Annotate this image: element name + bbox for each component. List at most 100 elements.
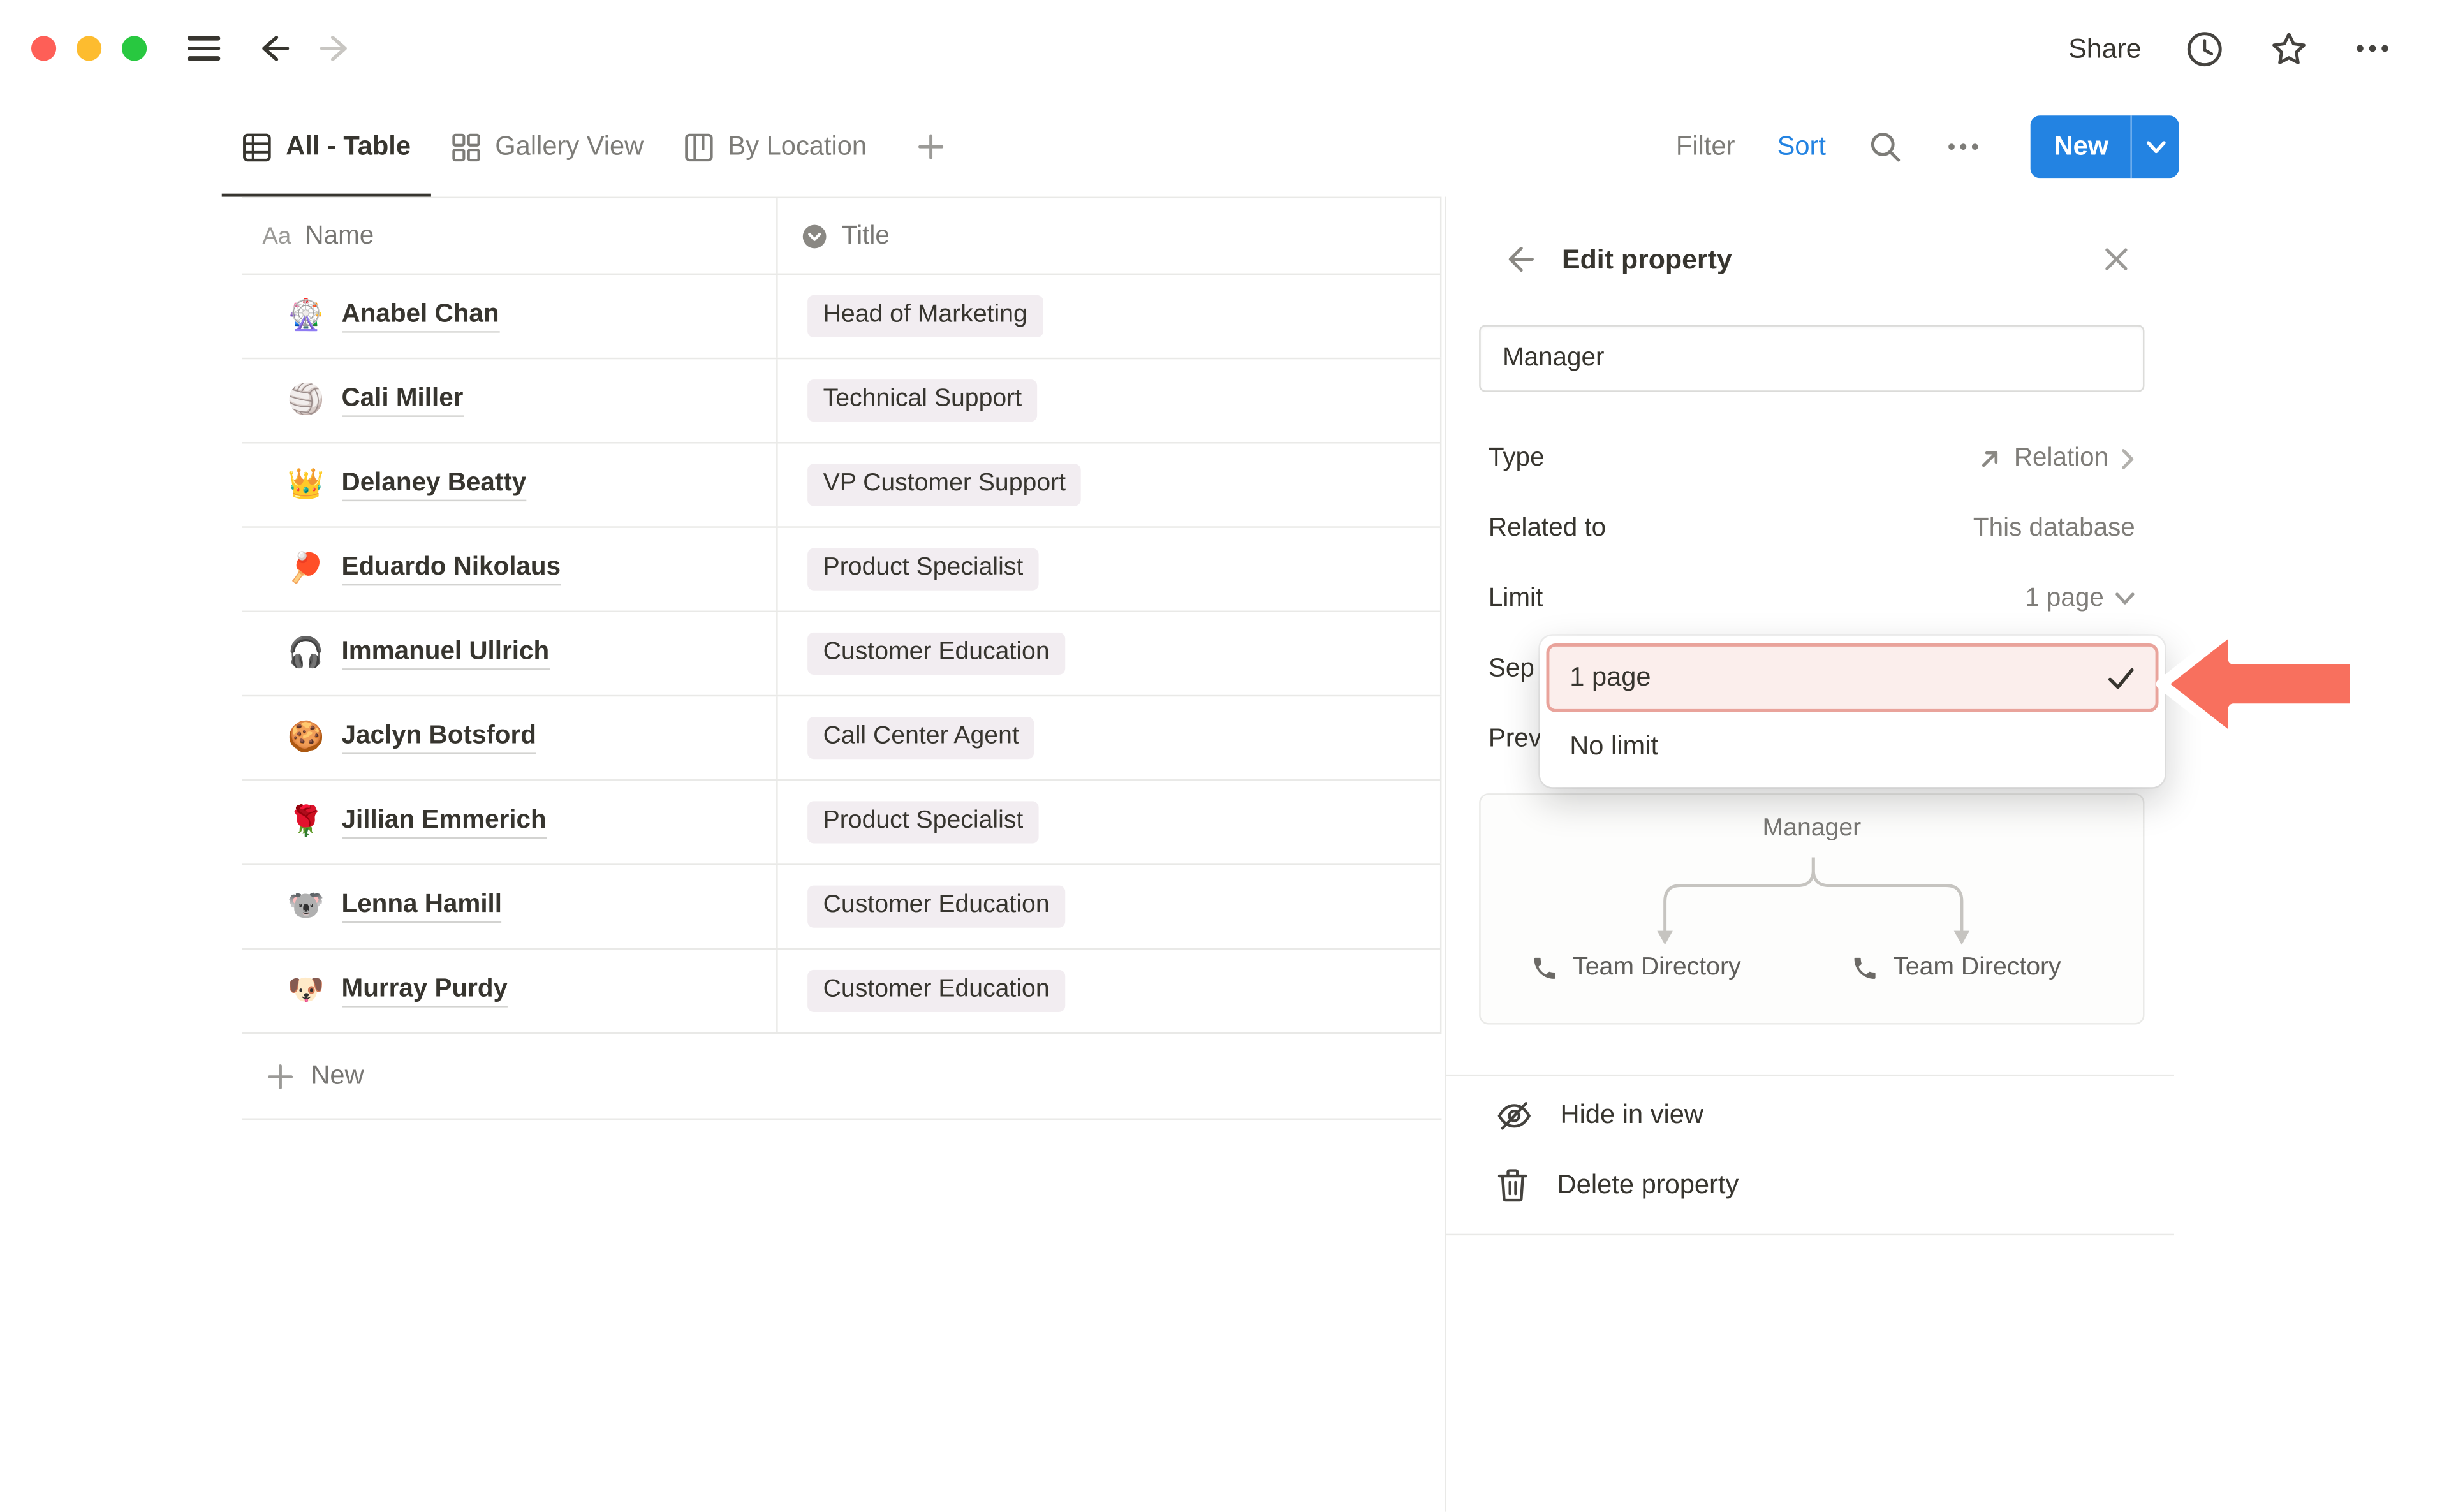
sort-button[interactable]: Sort <box>1777 131 1826 163</box>
property-type-row[interactable]: Type Relation <box>1446 423 2174 494</box>
add-view-button[interactable] <box>897 97 966 197</box>
page-emoji-icon: 🐨 <box>288 892 325 921</box>
page-name-link[interactable]: Immanuel Ullrich <box>342 637 550 670</box>
title-tag[interactable]: Call Center Agent <box>807 717 1034 759</box>
checkmark-icon <box>2107 666 2135 689</box>
title-tag[interactable]: Head of Marketing <box>807 295 1043 337</box>
related-to-row[interactable]: Related to This database <box>1446 494 2174 564</box>
title-cell[interactable]: Product Specialist <box>778 528 1442 611</box>
page-name-link[interactable]: Delaney Beatty <box>342 469 527 501</box>
minimize-window-button[interactable] <box>77 36 101 61</box>
name-cell[interactable]: 🐶 Murray Purdy <box>242 950 778 1032</box>
panel-close-icon[interactable] <box>2102 245 2130 273</box>
field-label: Limit <box>1489 584 1543 614</box>
relation-arrow-icon <box>1978 446 2003 471</box>
name-cell[interactable]: 🎡 Anabel Chan <box>242 275 778 358</box>
name-cell[interactable]: 🎧 Immanuel Ullrich <box>242 612 778 695</box>
dropdown-option-no-limit[interactable]: No limit <box>1540 712 2165 781</box>
action-label: Delete property <box>1557 1170 1739 1201</box>
close-window-button[interactable] <box>31 36 56 61</box>
page-name-link[interactable]: Jillian Emmerich <box>342 806 547 839</box>
title-cell[interactable]: Customer Education <box>778 865 1442 948</box>
page-name-link[interactable]: Eduardo Nikolaus <box>342 553 561 585</box>
filter-button[interactable]: Filter <box>1676 131 1735 163</box>
panel-back-icon[interactable] <box>1503 244 1537 275</box>
table-header-row: Aa Name Title <box>242 197 1442 275</box>
tab-label: By Location <box>728 131 867 163</box>
relation-connector-lines <box>1481 795 2146 1026</box>
search-icon[interactable] <box>1868 129 1902 164</box>
page-name-link[interactable]: Cali Miller <box>342 384 464 416</box>
phone-icon <box>1851 954 1879 982</box>
table-row: 🎡 Anabel Chan Head of Marketing <box>242 275 1442 359</box>
page-name-link[interactable]: Lenna Hamill <box>342 890 503 923</box>
name-cell[interactable]: 🍪 Jaclyn Botsford <box>242 696 778 779</box>
title-tag[interactable]: Product Specialist <box>807 548 1039 591</box>
name-cell[interactable]: 👑 Delaney Beatty <box>242 444 778 527</box>
column-header-title[interactable]: Title <box>778 198 1442 274</box>
panel-header: Edit property <box>1446 197 2174 322</box>
title-cell[interactable]: Customer Education <box>778 612 1442 695</box>
add-row-label: New <box>311 1061 364 1092</box>
divider <box>1446 1234 2174 1235</box>
title-tag[interactable]: VP Customer Support <box>807 464 1081 506</box>
property-name-input[interactable] <box>1479 325 2144 392</box>
title-cell[interactable]: Customer Education <box>778 950 1442 1032</box>
name-cell[interactable]: 🌹 Jillian Emmerich <box>242 781 778 864</box>
board-view-icon <box>684 132 714 162</box>
page-name-link[interactable]: Anabel Chan <box>342 300 499 332</box>
tab-all-table[interactable]: All - Table <box>222 97 431 197</box>
title-tag[interactable]: Technical Support <box>807 379 1037 422</box>
name-cell[interactable]: 🏓 Eduardo Nikolaus <box>242 528 778 611</box>
app-window: Share All - Table Gallery View <box>0 0 2449 1512</box>
title-tag[interactable]: Customer Education <box>807 886 1065 928</box>
title-tag[interactable]: Customer Education <box>807 633 1065 675</box>
history-clock-icon[interactable] <box>2184 27 2226 70</box>
view-more-options-icon[interactable] <box>1945 128 1982 166</box>
select-property-icon <box>801 223 828 249</box>
add-row-button[interactable]: New <box>242 1034 1442 1120</box>
limit-row[interactable]: Limit 1 page <box>1446 564 2174 634</box>
new-record-button[interactable]: New <box>2031 115 2179 178</box>
dropdown-option-1-page[interactable]: 1 page <box>1547 643 2159 712</box>
new-button-chevron-down-icon[interactable] <box>2132 115 2179 178</box>
tab-by-location[interactable]: By Location <box>664 97 887 197</box>
page-emoji-icon: 🌹 <box>288 807 325 837</box>
page-name-link[interactable]: Jaclyn Botsford <box>342 721 536 754</box>
table-row: 🏐 Cali Miller Technical Support <box>242 359 1442 443</box>
title-cell[interactable]: Product Specialist <box>778 781 1442 864</box>
name-cell[interactable]: 🏐 Cali Miller <box>242 359 778 442</box>
title-tag[interactable]: Product Specialist <box>807 801 1039 843</box>
title-cell[interactable]: Head of Marketing <box>778 275 1442 358</box>
column-header-name[interactable]: Aa Name <box>242 198 778 274</box>
relation-preview-card: Manager Team Directory Team Directory <box>1479 793 2144 1024</box>
new-button-label[interactable]: New <box>2031 115 2131 178</box>
title-tag[interactable]: Customer Education <box>807 970 1065 1012</box>
divider <box>1446 1075 2174 1076</box>
sidebar-toggle-icon[interactable] <box>188 36 220 61</box>
field-label: Sep <box>1489 654 1534 684</box>
tab-gallery-view[interactable]: Gallery View <box>431 97 664 197</box>
page-name-link[interactable]: Murray Purdy <box>342 974 508 1007</box>
hide-in-view-button[interactable]: Hide in view <box>1446 1079 2174 1151</box>
forward-icon[interactable] <box>317 31 355 66</box>
title-cell[interactable]: Technical Support <box>778 359 1442 442</box>
field-value: 1 page <box>2025 584 2104 614</box>
field-label: Type <box>1489 444 1545 474</box>
field-value: This database <box>1973 514 2135 544</box>
page-emoji-icon: 🎡 <box>288 302 325 332</box>
back-icon[interactable] <box>254 31 292 66</box>
delete-property-button[interactable]: Delete property <box>1446 1149 2174 1221</box>
limit-dropdown-menu: 1 page No limit <box>1540 636 2165 788</box>
name-cell[interactable]: 🐨 Lenna Hamill <box>242 865 778 948</box>
preview-related-page: Team Directory <box>1531 954 1741 982</box>
favorite-star-icon[interactable] <box>2268 27 2310 70</box>
more-options-icon[interactable] <box>2352 28 2393 69</box>
page-emoji-icon: 🐶 <box>288 976 325 1006</box>
window-titlebar: Share <box>0 0 2449 97</box>
zoom-window-button[interactable] <box>122 36 147 61</box>
action-label: Hide in view <box>1561 1099 1703 1131</box>
title-cell[interactable]: Call Center Agent <box>778 696 1442 779</box>
share-button[interactable]: Share <box>2068 32 2141 64</box>
title-cell[interactable]: VP Customer Support <box>778 444 1442 527</box>
